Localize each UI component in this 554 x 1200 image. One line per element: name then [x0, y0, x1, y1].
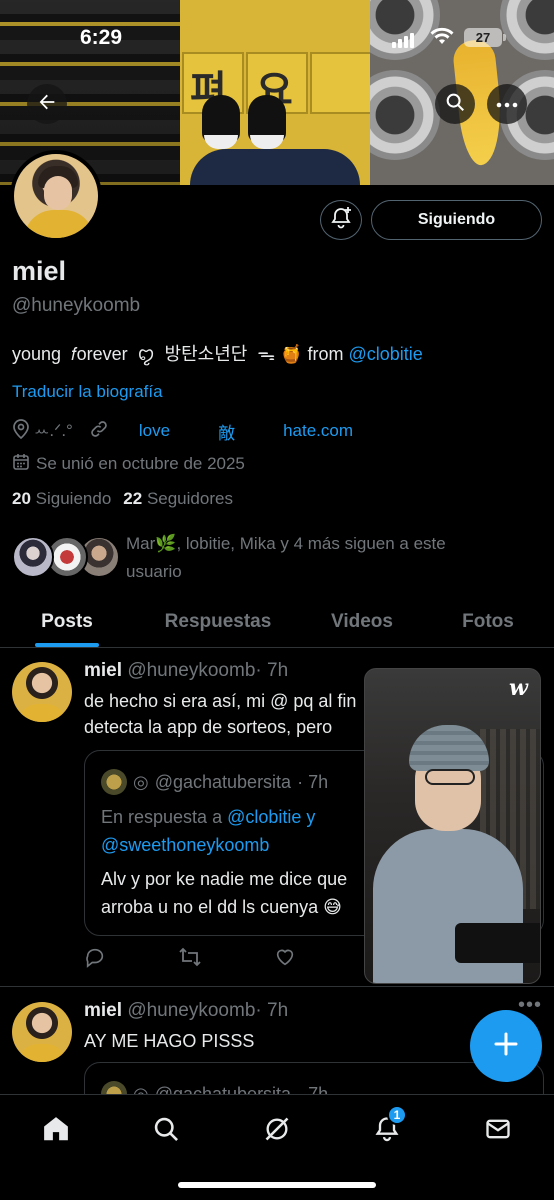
quoted-post-time: · 7h: [297, 771, 329, 792]
post-divider: [0, 986, 554, 987]
location-icon: [12, 418, 30, 444]
wifi-icon: [430, 27, 454, 50]
quoted-author-handle: @gachatubersita: [154, 1083, 292, 1095]
nav-grok[interactable]: [257, 1111, 297, 1151]
home-icon: [41, 1114, 71, 1149]
bell-plus-icon: [329, 206, 353, 235]
notifications-badge: 1: [387, 1105, 407, 1125]
search-icon: [152, 1115, 180, 1148]
plus-icon: [492, 1030, 520, 1063]
mail-icon: [484, 1115, 512, 1148]
profile-link-1[interactable]: love: [139, 421, 170, 441]
reply-icon[interactable]: [84, 946, 106, 973]
search-icon: [444, 91, 466, 118]
quoted-author-handle: @gachatubersita: [154, 771, 292, 792]
status-bar: 6:29 27: [0, 26, 554, 54]
post-time: · 7h: [255, 660, 289, 681]
verified-ring-icon: ◎: [133, 1083, 149, 1095]
quoted-post-time: · 7h: [297, 1083, 329, 1095]
post-avatar[interactable]: [12, 662, 72, 722]
post-header: miel @huneykoomb· 7h: [84, 1000, 288, 1022]
nav-home[interactable]: [36, 1111, 76, 1151]
post-author-name: miel: [84, 660, 123, 681]
profile-link-2[interactable]: 敵: [218, 419, 235, 444]
status-time: 6:29: [80, 26, 123, 49]
notifications-toggle-button[interactable]: [320, 200, 362, 240]
bio-text: young 𝑓orever ꨄ 방탄소년단 ᯓ 🍯 from: [12, 344, 349, 364]
retweet-icon[interactable]: [178, 946, 202, 973]
followed-by-text: Mar🌿, lobitie, Mika у 4 más siguen a est…: [126, 534, 446, 581]
link-icon: [89, 419, 109, 444]
compose-post-button[interactable]: [470, 1010, 542, 1082]
follower-avatar-1: [12, 536, 54, 578]
more-options-button[interactable]: [487, 84, 527, 124]
follow-counts: 20 Siguiendo 22 Seguidores: [12, 489, 233, 509]
grok-icon: [263, 1115, 291, 1148]
search-button[interactable]: [435, 84, 475, 124]
tab-replies[interactable]: Respuestas: [134, 596, 302, 647]
post-avatar[interactable]: [12, 1002, 72, 1062]
following-count-link[interactable]: 20 Siguiendo: [12, 489, 111, 509]
calendar-icon: [12, 453, 30, 476]
tab-videos[interactable]: Videos: [302, 596, 422, 647]
bio-mention-link[interactable]: @clobitie: [349, 344, 423, 364]
post-actions: [84, 946, 296, 973]
quoted-post-header: ◎ @gachatubersita · 7h: [101, 1081, 328, 1094]
reply-mention-1[interactable]: @clobitie y: [227, 807, 315, 827]
quoted-author-avatar: [101, 769, 127, 795]
joined-text: Se unió en octubre de 2025: [36, 454, 245, 473]
quoted-post[interactable]: ◎ @gachatubersita · 7h: [84, 1062, 544, 1094]
quoted-author-avatar: [101, 1081, 127, 1094]
more-icon: [496, 95, 518, 113]
following-button[interactable]: Siguiendo: [371, 200, 542, 240]
back-button[interactable]: [27, 84, 67, 124]
post-author-handle: @huneykoomb: [127, 1000, 256, 1021]
location-text: ꕀ.ᐟ.°: [34, 421, 73, 440]
profile-meta-row: ꕀ.ᐟ.° love 敵 hate.com: [12, 418, 542, 444]
signal-icon: [392, 30, 416, 48]
home-indicator: [178, 1182, 376, 1188]
floating-video-player[interactable]: w: [364, 668, 541, 984]
tab-photos[interactable]: Fotos: [422, 596, 554, 647]
profile-link-3[interactable]: hate.com: [283, 421, 353, 441]
translate-bio-link[interactable]: Traducir la biografía: [12, 382, 163, 402]
profile-handle: @huneykoomb: [12, 295, 141, 316]
verified-ring-icon: ◎: [133, 771, 149, 792]
followers-count-link[interactable]: 22 Seguidores: [123, 489, 233, 509]
profile-tabs: Posts Respuestas Videos Fotos: [0, 596, 554, 648]
nav-search[interactable]: [146, 1111, 186, 1151]
back-arrow-icon: [36, 91, 58, 118]
video-app-logo: w: [509, 675, 528, 701]
post-header: miel @huneykoomb· 7h: [84, 660, 288, 682]
battery-indicator: 27: [464, 28, 506, 47]
joined-row: Se unió en octubre de 2025: [12, 452, 245, 476]
quoted-post-header: ◎ @gachatubersita · 7h: [101, 769, 328, 795]
profile-avatar[interactable]: [10, 150, 102, 242]
followed-by-row[interactable]: Mar🌿, lobitie, Mika у 4 más siguen a est…: [12, 530, 552, 586]
profile-name: miel: [12, 256, 67, 286]
post-author-handle: @huneykoomb: [127, 660, 256, 681]
tab-posts[interactable]: Posts: [0, 596, 134, 647]
nav-messages[interactable]: [478, 1111, 518, 1151]
reply-mention-2[interactable]: @sweethoneykoomb: [101, 835, 269, 855]
post-time: · 7h: [255, 1000, 289, 1021]
post-author-name: miel: [84, 1000, 123, 1021]
like-icon[interactable]: [274, 946, 296, 973]
nav-notifications[interactable]: 1: [367, 1105, 407, 1151]
profile-bio: young 𝑓orever ꨄ 방탄소년단 ᯓ 🍯 from @clobitie: [12, 340, 423, 367]
